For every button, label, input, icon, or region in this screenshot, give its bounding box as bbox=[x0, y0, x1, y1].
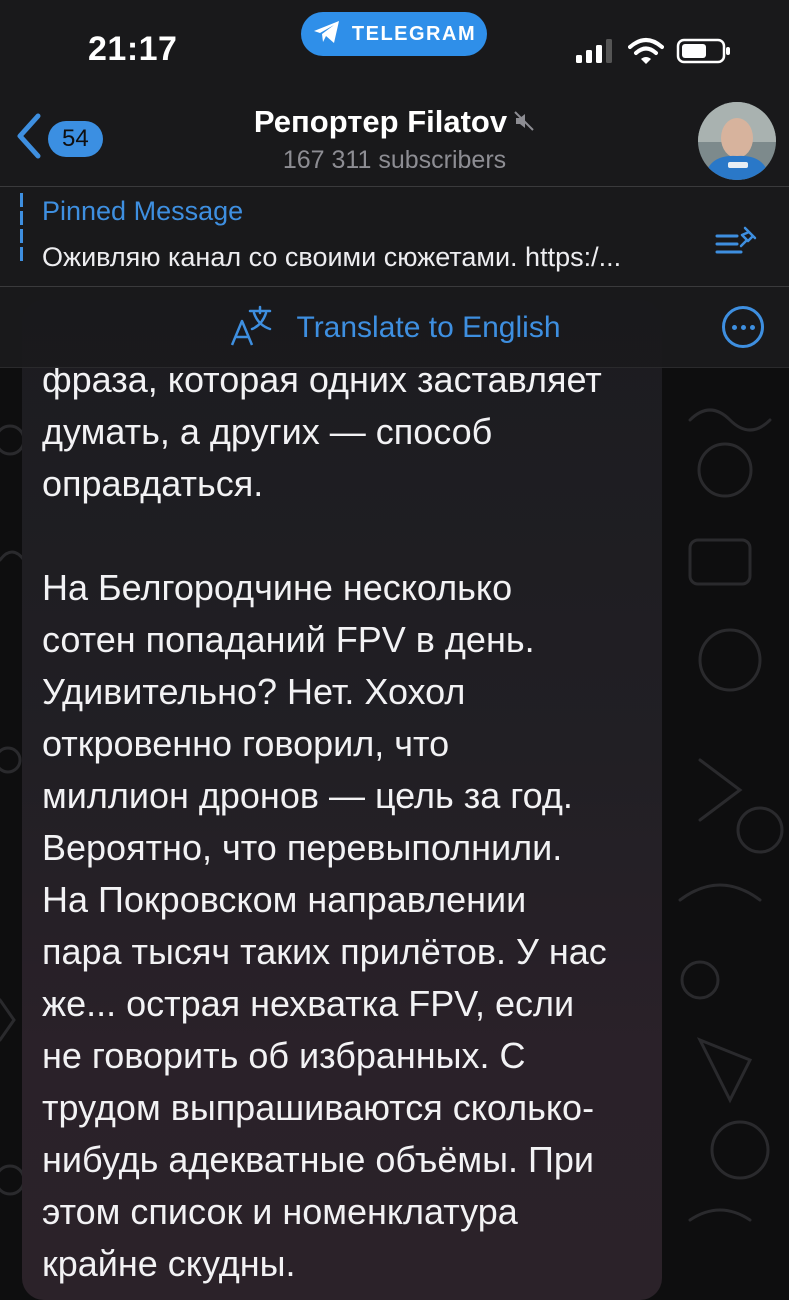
signal-icon bbox=[574, 37, 616, 70]
pinned-indicator bbox=[20, 193, 24, 273]
translate-bar[interactable]: Translate to English bbox=[0, 305, 789, 351]
channel-avatar[interactable] bbox=[698, 102, 776, 180]
ellipsis-circle-icon[interactable] bbox=[722, 306, 764, 348]
header-divider bbox=[0, 186, 789, 187]
pinned-label[interactable]: Pinned Message bbox=[42, 196, 243, 227]
pinned-text[interactable]: Оживляю канал со своими сюжетами. https:… bbox=[42, 242, 722, 273]
chat-header: 21:17 TELEGRAM 54 Репортер Filatov 167 3… bbox=[0, 0, 789, 368]
subscriber-count: 167 311 subscribers bbox=[282, 146, 507, 174]
telegram-pill[interactable]: TELEGRAM bbox=[301, 12, 487, 56]
translate-label: Translate to English bbox=[296, 311, 561, 344]
translate-icon bbox=[228, 305, 274, 352]
channel-title: Репортер Filatov bbox=[253, 104, 508, 139]
pinned-divider bbox=[0, 286, 789, 287]
telegram-logo-icon bbox=[312, 19, 342, 50]
battery-icon bbox=[676, 37, 732, 70]
message-text: фраза, которая одних заставляет думать, … bbox=[42, 359, 607, 1284]
telegram-pill-label: TELEGRAM bbox=[351, 22, 477, 45]
status-icons bbox=[574, 36, 732, 70]
wifi-icon bbox=[628, 37, 664, 70]
muted-speaker-icon bbox=[513, 104, 535, 140]
pin-list-icon[interactable] bbox=[715, 222, 763, 267]
channel-info[interactable]: Репортер Filatov 167 311 subscribers bbox=[0, 104, 789, 175]
status-time: 21:17 bbox=[88, 30, 178, 68]
